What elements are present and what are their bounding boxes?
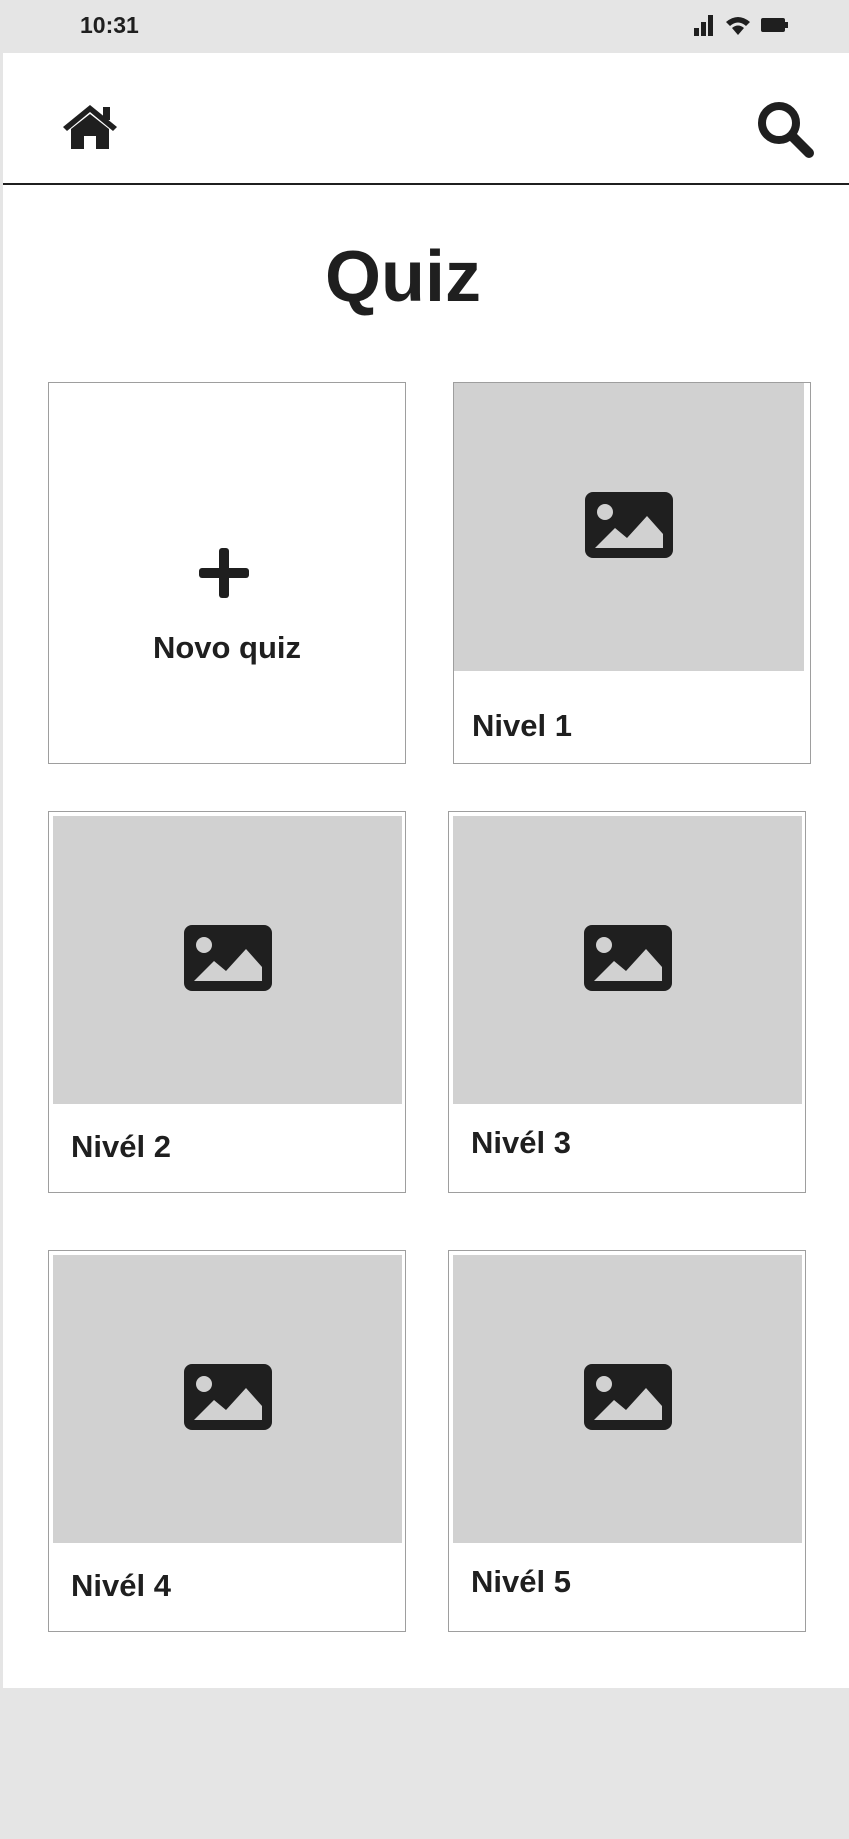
image-placeholder-icon bbox=[583, 924, 672, 996]
image-placeholder-icon bbox=[585, 491, 673, 563]
page-title: Quiz bbox=[325, 237, 481, 317]
quiz-card-level-3[interactable]: Nivél 3 bbox=[448, 811, 806, 1193]
search-button[interactable] bbox=[755, 99, 815, 159]
quiz-card-label: Nivél 3 bbox=[471, 1125, 571, 1160]
status-time: 10:31 bbox=[80, 12, 139, 38]
quiz-card-level-2[interactable]: Nivél 2 bbox=[48, 811, 406, 1193]
home-icon bbox=[61, 105, 119, 155]
app-screen: Quiz Novo quiz Nivel 1 Nivél 2 Nivél 3 N… bbox=[3, 53, 849, 1688]
quiz-thumbnail bbox=[53, 1255, 402, 1543]
battery-icon bbox=[761, 16, 789, 34]
quiz-thumbnail bbox=[453, 816, 802, 1104]
signal-icon bbox=[693, 14, 715, 36]
quiz-card-level-4[interactable]: Nivél 4 bbox=[48, 1250, 406, 1632]
image-placeholder-icon bbox=[183, 1363, 272, 1435]
wifi-icon bbox=[725, 14, 751, 36]
quiz-card-label: Nivél 2 bbox=[71, 1129, 171, 1164]
image-placeholder-icon bbox=[583, 1363, 672, 1435]
quiz-card-level-1[interactable]: Nivel 1 bbox=[453, 382, 811, 764]
status-bar: 10:31 bbox=[0, 0, 849, 53]
home-button[interactable] bbox=[61, 103, 121, 153]
quiz-card-label: Nivel 1 bbox=[472, 708, 572, 743]
app-bar bbox=[3, 53, 849, 185]
new-quiz-card[interactable]: Novo quiz bbox=[48, 382, 406, 764]
new-quiz-label: Novo quiz bbox=[152, 630, 302, 665]
quiz-thumbnail bbox=[453, 1255, 802, 1543]
status-icons bbox=[693, 14, 789, 36]
plus-icon bbox=[199, 548, 249, 598]
search-icon bbox=[755, 102, 815, 163]
quiz-thumbnail bbox=[53, 816, 402, 1104]
image-placeholder-icon bbox=[183, 924, 272, 996]
quiz-thumbnail bbox=[454, 383, 804, 671]
quiz-card-level-5[interactable]: Nivél 5 bbox=[448, 1250, 806, 1632]
quiz-card-label: Nivél 4 bbox=[71, 1568, 171, 1603]
quiz-card-label: Nivél 5 bbox=[471, 1564, 571, 1599]
